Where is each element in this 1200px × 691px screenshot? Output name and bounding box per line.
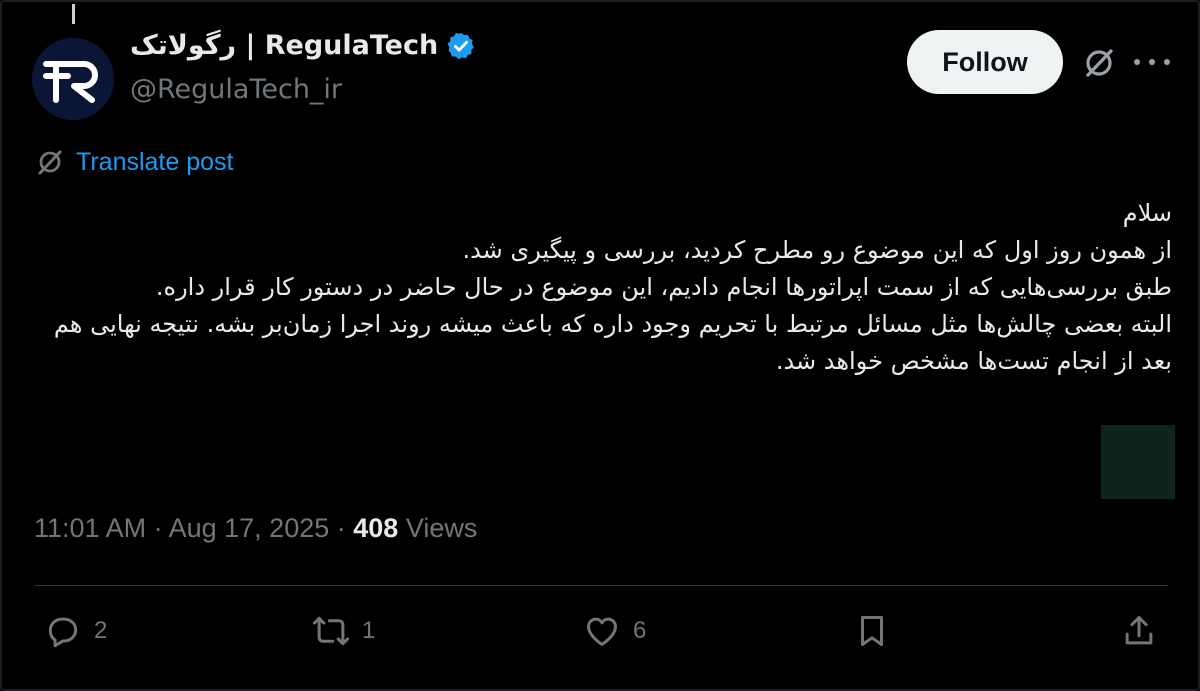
selection-highlight: [1101, 425, 1175, 499]
views-count: 408: [353, 513, 399, 543]
post-line: البته بعضی چالش‌ها مثل مسائل مرتبط با تح…: [53, 310, 1172, 375]
regulatech-logo-icon: [32, 38, 114, 120]
grok-translate-icon: [38, 150, 62, 175]
meta-separator: ·: [329, 513, 354, 543]
post-text: سلام از همون روز اول که این موضوع رو مطر…: [22, 195, 1172, 380]
post-date[interactable]: Aug 17, 2025: [169, 513, 330, 543]
bookmark-icon: [860, 616, 884, 646]
like-count: 6: [633, 617, 647, 644]
grok-icon[interactable]: [1080, 44, 1118, 82]
more-dot: [1149, 59, 1155, 65]
thread-line: [72, 4, 75, 24]
repost-count: 1: [362, 617, 376, 644]
reply-icon: [48, 617, 78, 648]
post-line: طبق بررسی‌هایی که از سمت اپراتورها انجام…: [155, 273, 1172, 301]
author-display-name[interactable]: رگولاتک | RegulaTech: [130, 30, 438, 61]
heart-icon: [587, 617, 617, 646]
author-name-row[interactable]: رگولاتک | RegulaTech: [130, 30, 476, 61]
meta-separator: ·: [146, 513, 169, 543]
repost-button[interactable]: 1: [312, 612, 375, 650]
translate-post-label[interactable]: Translate post: [76, 148, 233, 177]
reply-button[interactable]: 2: [44, 612, 107, 650]
translate-post-link[interactable]: Translate post: [34, 146, 233, 178]
follow-button[interactable]: Follow: [907, 30, 1063, 94]
verified-badge-icon: [447, 32, 475, 59]
divider: [34, 585, 1168, 586]
repost-icon: [312, 616, 350, 646]
like-button[interactable]: 6: [583, 612, 646, 650]
more-options-icon[interactable]: [1134, 44, 1170, 80]
views-label: Views: [398, 513, 478, 543]
post-line: از همون روز اول که این موضوع رو مطرح کرد…: [462, 236, 1172, 264]
more-dot: [1134, 59, 1140, 65]
author-handle[interactable]: @RegulaTech_ir: [130, 74, 342, 105]
reply-count: 2: [94, 617, 108, 644]
share-button[interactable]: [1120, 612, 1158, 650]
post-meta: 11:01 AM · Aug 17, 2025 · 408 Views: [34, 513, 477, 544]
bookmark-button[interactable]: [853, 612, 891, 650]
more-dot: [1164, 59, 1170, 65]
share-icon: [1125, 616, 1153, 645]
post-time[interactable]: 11:01 AM: [34, 513, 146, 543]
avatar[interactable]: [32, 38, 114, 120]
post-line: سلام: [1122, 199, 1172, 227]
